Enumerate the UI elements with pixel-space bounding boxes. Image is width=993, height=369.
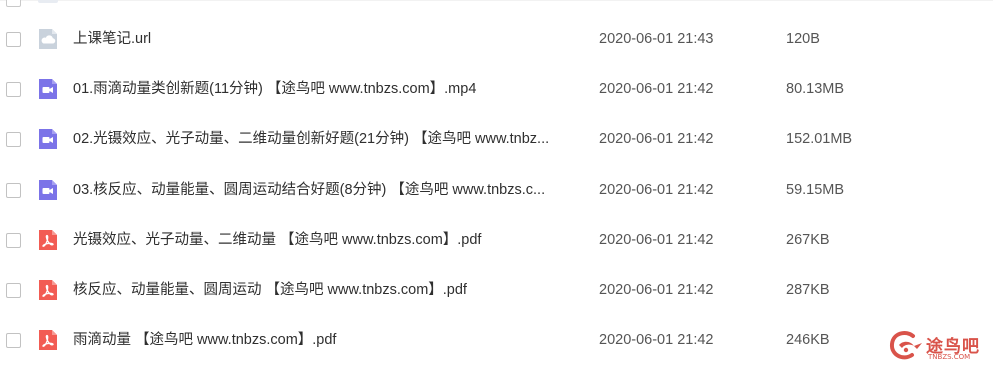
file-name-link[interactable]: 雨滴动量 【途鸟吧 www.tnbzs.com】.pdf xyxy=(73,331,578,349)
file-date: 2020-06-01 21:42 xyxy=(599,231,714,248)
file-size: 152.01MB xyxy=(786,131,853,148)
row-checkbox[interactable] xyxy=(6,132,21,148)
file-date: 2020-06-01 21:42 xyxy=(599,131,714,148)
file-size: 246KB xyxy=(786,332,830,349)
file-size: 80.13MB xyxy=(786,81,845,98)
file-row[interactable]: 上课笔记.url 2020-06-01 21:43 120B xyxy=(0,14,993,64)
pdf-icon xyxy=(37,279,59,301)
row-checkbox[interactable] xyxy=(6,182,21,198)
file-row[interactable]: 光镊效应、光子动量、二维动量 【途鸟吧 www.tnbzs.com】.pdf 2… xyxy=(0,215,993,265)
pdf-icon xyxy=(37,329,59,351)
file-name-link[interactable]: 上课笔记.url xyxy=(73,30,578,48)
file-size: 287KB xyxy=(786,281,830,298)
row-checkbox[interactable] xyxy=(6,32,21,47)
row-checkbox[interactable] xyxy=(6,282,21,298)
file-date: 2020-06-01 21:43 xyxy=(599,31,714,47)
row-checkbox[interactable] xyxy=(6,333,21,349)
file-date: 2020-06-01 21:42 xyxy=(599,332,714,349)
row-divider xyxy=(0,0,993,1)
previous-row-partial xyxy=(0,0,993,7)
row-checkbox[interactable] xyxy=(6,232,21,248)
bird-logo-icon xyxy=(886,328,926,364)
file-name-link[interactable]: 02.光镊效应、光子动量、二维动量创新好题(21分钟) 【途鸟吧 www.tnb… xyxy=(73,130,578,148)
file-name-link[interactable]: 核反应、动量能量、圆周运动 【途鸟吧 www.tnbzs.com】.pdf xyxy=(73,281,578,299)
watermark-subtitle: TNBZS.COM xyxy=(928,353,971,361)
file-list: 上课笔记.url 2020-06-01 21:43 120B 01.雨滴动量类创… xyxy=(0,14,993,365)
file-name-link[interactable]: 03.核反应、动量能量、圆周运动结合好题(8分钟) 【途鸟吧 www.tnbzs… xyxy=(73,181,578,199)
cloud-link-icon xyxy=(37,28,59,50)
file-row[interactable]: 02.光镊效应、光子动量、二维动量创新好题(21分钟) 【途鸟吧 www.tnb… xyxy=(0,114,993,164)
file-row[interactable]: 核反应、动量能量、圆周运动 【途鸟吧 www.tnbzs.com】.pdf 20… xyxy=(0,265,993,315)
file-date: 2020-06-01 21:42 xyxy=(599,81,714,98)
file-row[interactable]: 03.核反应、动量能量、圆周运动结合好题(8分钟) 【途鸟吧 www.tnbzs… xyxy=(0,165,993,215)
file-name-link[interactable]: 光镊效应、光子动量、二维动量 【途鸟吧 www.tnbzs.com】.pdf xyxy=(73,231,578,249)
file-size: 267KB xyxy=(786,231,830,248)
file-size: 120B xyxy=(786,31,820,47)
video-icon xyxy=(37,179,59,201)
row-checkbox[interactable] xyxy=(6,82,21,98)
file-row[interactable]: 雨滴动量 【途鸟吧 www.tnbzs.com】.pdf 2020-06-01 … xyxy=(0,315,993,365)
file-date: 2020-06-01 21:42 xyxy=(599,281,714,298)
file-row[interactable]: 01.雨滴动量类创新题(11分钟) 【途鸟吧 www.tnbzs.com】.mp… xyxy=(0,64,993,114)
file-date: 2020-06-01 21:42 xyxy=(599,181,714,198)
watermark: 途鸟吧 TNBZS.COM xyxy=(886,328,990,364)
pdf-icon xyxy=(37,229,59,251)
file-name-link[interactable]: 01.雨滴动量类创新题(11分钟) 【途鸟吧 www.tnbzs.com】.mp… xyxy=(73,80,578,98)
video-icon xyxy=(37,78,59,100)
video-icon xyxy=(37,128,59,150)
file-icon xyxy=(38,0,58,3)
file-size: 59.15MB xyxy=(786,181,845,198)
row-checkbox[interactable] xyxy=(6,0,21,7)
